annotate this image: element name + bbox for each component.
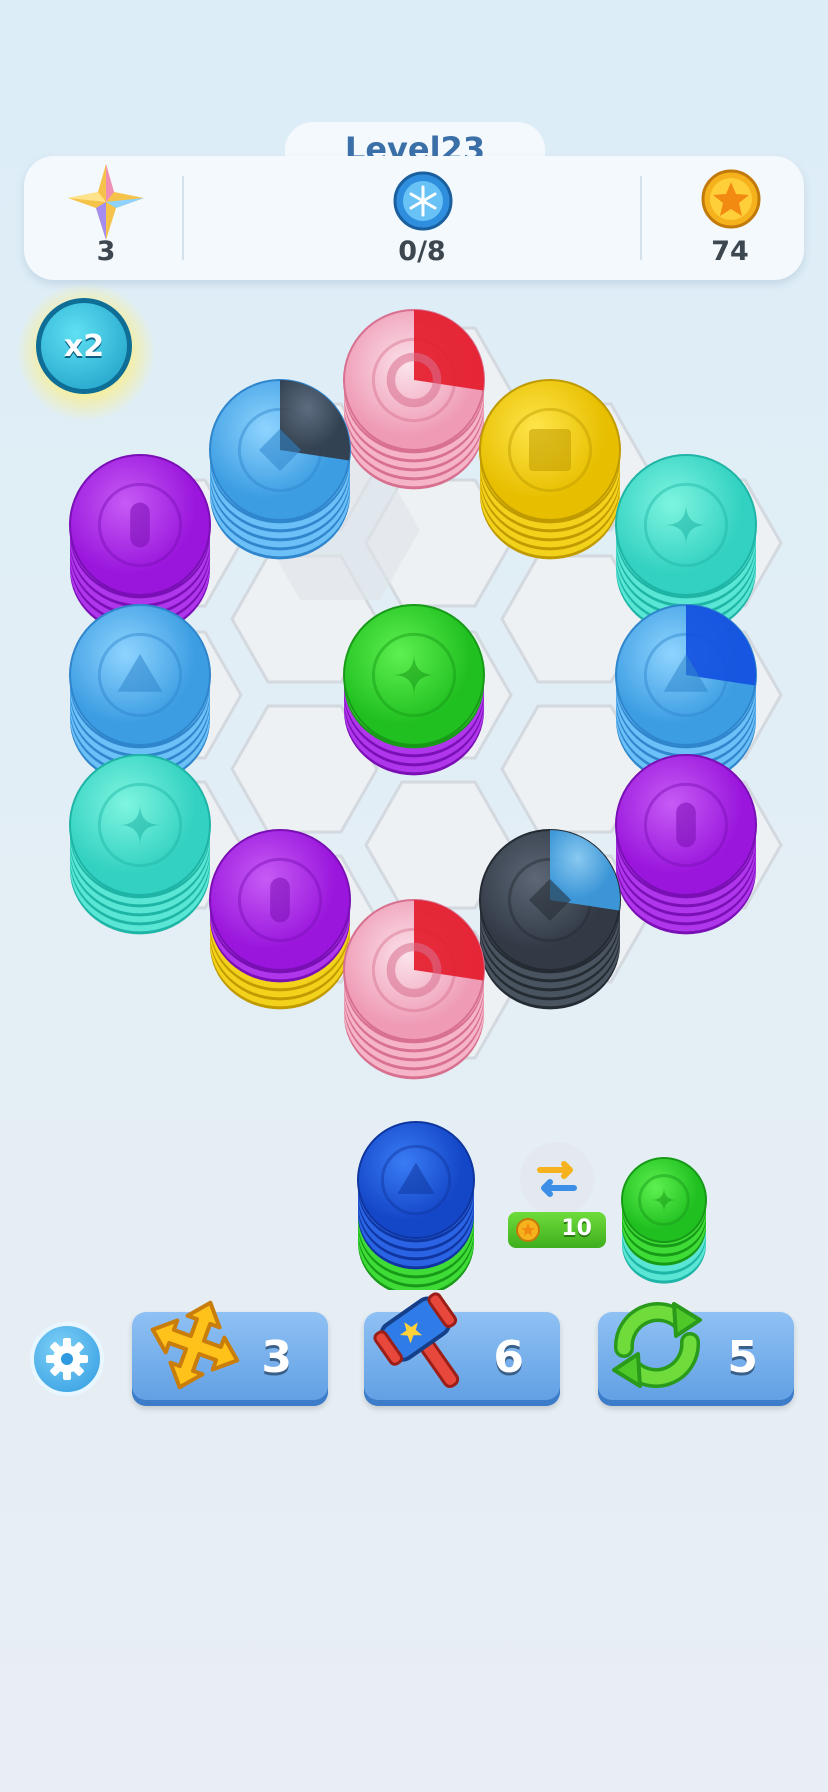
stack-11[interactable] [343, 899, 485, 1080]
coin-icon [516, 1218, 540, 1242]
stars-count: 3 [96, 236, 116, 267]
partial-wedge [414, 900, 485, 981]
move-arrows-icon [150, 1300, 240, 1390]
stack-10[interactable] [209, 829, 351, 1010]
stack-12[interactable] [479, 829, 621, 1010]
shuffle-tool-count: 5 [727, 1332, 758, 1383]
shuffle-icon [612, 1302, 702, 1388]
settings-gear-icon [46, 1338, 88, 1380]
swap-price: 10 [561, 1216, 592, 1241]
swap-arrows-icon [537, 1161, 577, 1197]
tray-main-stack[interactable] [357, 1121, 475, 1290]
swap-button[interactable] [520, 1142, 594, 1216]
stack-1[interactable] [209, 379, 351, 560]
stack-6[interactable] [343, 604, 485, 776]
divider [640, 176, 642, 260]
swap-price-badge[interactable]: 10 [508, 1212, 606, 1248]
move-tool-button[interactable]: 3 [132, 1300, 328, 1406]
stack-0[interactable] [343, 309, 485, 490]
hammer-icon [373, 1292, 460, 1388]
shuffle-tool-button[interactable]: 5 [598, 1302, 794, 1406]
stack-8[interactable] [69, 754, 211, 935]
snowflake-gem-icon [393, 171, 453, 231]
star-badge-icon [68, 164, 144, 240]
partial-wedge [414, 310, 484, 391]
hammer-tool-count: 6 [493, 1332, 524, 1383]
hammer-tool-button[interactable]: 6 [364, 1292, 560, 1406]
stack-2[interactable] [479, 379, 621, 560]
settings-button[interactable] [30, 1322, 104, 1396]
stacks-layer[interactable] [0, 300, 828, 1120]
tray-next-stack[interactable] [621, 1157, 707, 1284]
stack-9[interactable] [615, 754, 757, 935]
coin-icon [701, 169, 761, 229]
move-tool-count: 3 [261, 1332, 292, 1383]
divider [182, 176, 184, 260]
goal-progress: 0/8 [398, 236, 446, 267]
coins-count: 74 [711, 236, 749, 267]
